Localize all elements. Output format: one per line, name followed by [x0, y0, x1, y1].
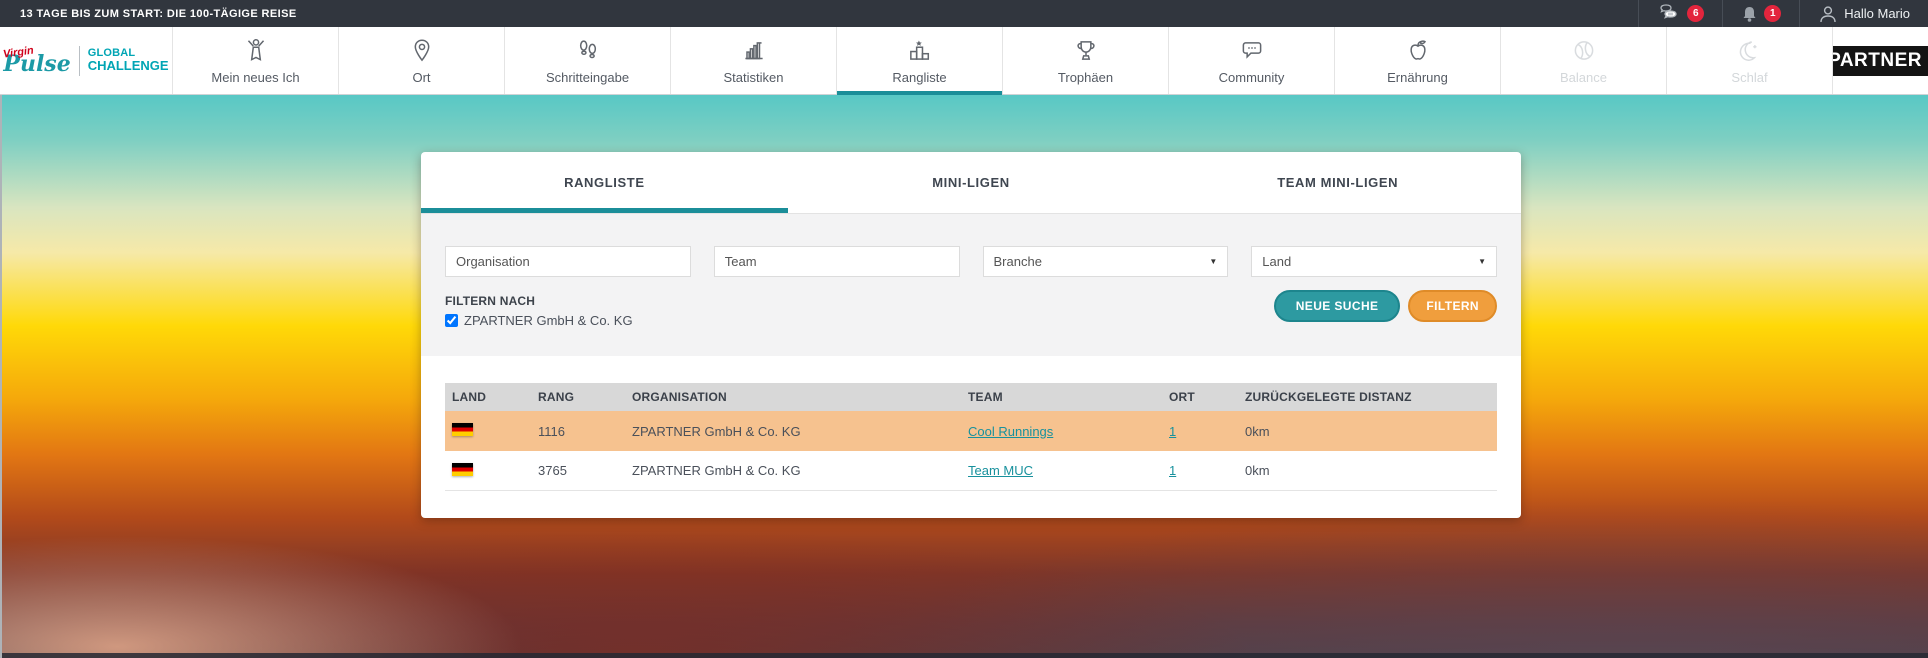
apple-icon [1404, 37, 1432, 65]
branche-select[interactable]: Branche ▼ [983, 246, 1229, 277]
greeting-text: Hallo Mario [1844, 6, 1910, 21]
cell-organisation: ZPARTNER GmbH & Co. KG [625, 424, 961, 439]
table-header-row: LAND RANG ORGANISATION TEAM ORT ZURÜCKGE… [445, 383, 1497, 411]
team-input[interactable] [714, 246, 960, 277]
nav-label: Rangliste [892, 70, 946, 85]
nav-label: Statistiken [724, 70, 784, 85]
land-select[interactable]: Land ▼ [1251, 246, 1497, 277]
speech-bubble-icon [1238, 37, 1266, 65]
filter-buttons: NEUE SUCHE FILTERN [1274, 290, 1497, 322]
nav-item-rangliste[interactable]: Rangliste [836, 27, 1002, 94]
chevron-down-icon: ▼ [1478, 257, 1486, 266]
organisation-filter-checkbox[interactable] [445, 314, 458, 327]
rankings-table: LAND RANG ORGANISATION TEAM ORT ZURÜCKGE… [421, 356, 1521, 491]
virgin-pulse-logo[interactable]: Virgin Pulse GLOBAL CHALLENGE [0, 27, 172, 94]
nav-item-balance: Balance [1500, 27, 1666, 94]
col-header-team: TEAM [961, 390, 1162, 404]
nav-label: Schritteingabe [546, 70, 629, 85]
trophy-icon [1072, 37, 1100, 65]
footsteps-icon [574, 37, 602, 65]
ort-link[interactable]: 1 [1169, 463, 1176, 478]
bottom-strip [2, 653, 1928, 658]
tab-mini-ligen[interactable]: MINI-LIGEN [788, 152, 1155, 213]
table-row: 1116 ZPARTNER GmbH & Co. KG Cool Running… [445, 411, 1497, 451]
chevron-down-icon: ▼ [1209, 257, 1217, 266]
rankings-card: RANGLISTE MINI-LIGEN TEAM MINI-LIGEN Bra… [421, 152, 1521, 518]
chat-button[interactable]: 6 [1638, 0, 1722, 27]
logo-divider [79, 46, 80, 76]
person-arms-up-icon [242, 37, 270, 65]
nav-item-statistiken[interactable]: Rangliste Statistiken [670, 27, 836, 94]
card-tabs: RANGLISTE MINI-LIGEN TEAM MINI-LIGEN [421, 152, 1521, 214]
topbar-actions: 6 1 Hallo Mario [1638, 0, 1928, 27]
neue-suche-button[interactable]: NEUE SUCHE [1274, 290, 1401, 322]
nav-label: Mein neues Ich [211, 70, 299, 85]
bell-icon [1741, 5, 1758, 23]
nav-label: Schlaf [1731, 70, 1767, 85]
organisation-input[interactable] [445, 246, 691, 277]
notifications-badge: 1 [1764, 5, 1781, 22]
nav-label: Ort [412, 70, 430, 85]
sunset-background: RANGLISTE MINI-LIGEN TEAM MINI-LIGEN Bra… [0, 95, 1928, 658]
tab-team-mini-ligen[interactable]: TEAM MINI-LIGEN [1154, 152, 1521, 213]
global-challenge-wordmark: GLOBAL CHALLENGE [88, 48, 169, 73]
nav-item-ort[interactable]: Ort [338, 27, 504, 94]
bar-chart-icon [740, 37, 768, 65]
user-icon [1818, 4, 1838, 24]
active-tab-indicator [421, 208, 788, 213]
ort-link[interactable]: 1 [1169, 424, 1176, 439]
col-header-rang: RANG [531, 390, 625, 404]
location-pin-icon [408, 37, 436, 65]
nav-label: Balance [1560, 70, 1607, 85]
nav-label: Ernährung [1387, 70, 1448, 85]
main-nav: Virgin Pulse GLOBAL CHALLENGE Mein neues… [0, 27, 1928, 95]
col-header-distanz: ZURÜCKGELEGTE DISTANZ [1238, 390, 1497, 404]
nav-item-schlaf: Schlaf [1666, 27, 1832, 94]
chat-badge: 6 [1687, 5, 1704, 22]
cell-rang: 1116 [531, 424, 625, 439]
nav-item-ernaehrung[interactable]: Ernährung [1334, 27, 1500, 94]
filter-section: Branche ▼ Land ▼ FILTERN NACH ZPARTNER G… [421, 214, 1521, 356]
germany-flag-icon [452, 423, 473, 436]
announcement-bar: 13 TAGE BIS ZUM START: DIE 100-TÄGIGE RE… [0, 0, 1928, 27]
land-select-value: Land [1262, 254, 1291, 269]
podium-icon [906, 37, 934, 65]
cell-organisation: ZPARTNER GmbH & Co. KG [625, 463, 961, 478]
nav-item-community[interactable]: Community [1168, 27, 1334, 94]
filter-fields: Branche ▼ Land ▼ [445, 246, 1497, 277]
announcement-text: 13 TAGE BIS ZUM START: DIE 100-TÄGIGE RE… [0, 8, 297, 20]
balance-swirl-icon [1570, 37, 1598, 65]
cell-rang: 3765 [531, 463, 625, 478]
team-link[interactable]: Team MUC [968, 463, 1033, 478]
nav-item-trophaeen[interactable]: Trophäen [1002, 27, 1168, 94]
col-header-organisation: ORGANISATION [625, 390, 961, 404]
filtern-button[interactable]: FILTERN [1408, 290, 1497, 322]
page: 13 TAGE BIS ZUM START: DIE 100-TÄGIGE RE… [0, 0, 1928, 658]
col-header-ort: ORT [1162, 390, 1238, 404]
chat-icon [1657, 4, 1681, 23]
cell-distanz: 0km [1238, 424, 1497, 439]
zpartner-wordmark: PARTNER [1832, 46, 1928, 76]
organisation-filter-label: ZPARTNER GmbH & Co. KG [464, 313, 633, 328]
moon-icon [1736, 37, 1764, 65]
team-link[interactable]: Cool Runnings [968, 424, 1053, 439]
partner-logo-cell: Z PARTNER [1832, 27, 1928, 94]
nav-label: Community [1219, 70, 1285, 85]
table-row: 3765 ZPARTNER GmbH & Co. KG Team MUC 1 0… [445, 451, 1497, 491]
nav-item-schritteingabe[interactable]: Schritteingabe [504, 27, 670, 94]
nav-label: Trophäen [1058, 70, 1113, 85]
zpartner-logo: Z PARTNER [1832, 46, 1928, 76]
col-header-land: LAND [445, 390, 531, 404]
tab-rangliste[interactable]: RANGLISTE [421, 152, 788, 213]
notifications-button[interactable]: 1 [1722, 0, 1799, 27]
cell-distanz: 0km [1238, 463, 1497, 478]
germany-flag-icon [452, 463, 473, 476]
account-menu[interactable]: Hallo Mario [1799, 0, 1928, 27]
nav-item-mein-neues-ich[interactable]: Mein neues Ich [172, 27, 338, 94]
branche-select-value: Branche [994, 254, 1042, 269]
